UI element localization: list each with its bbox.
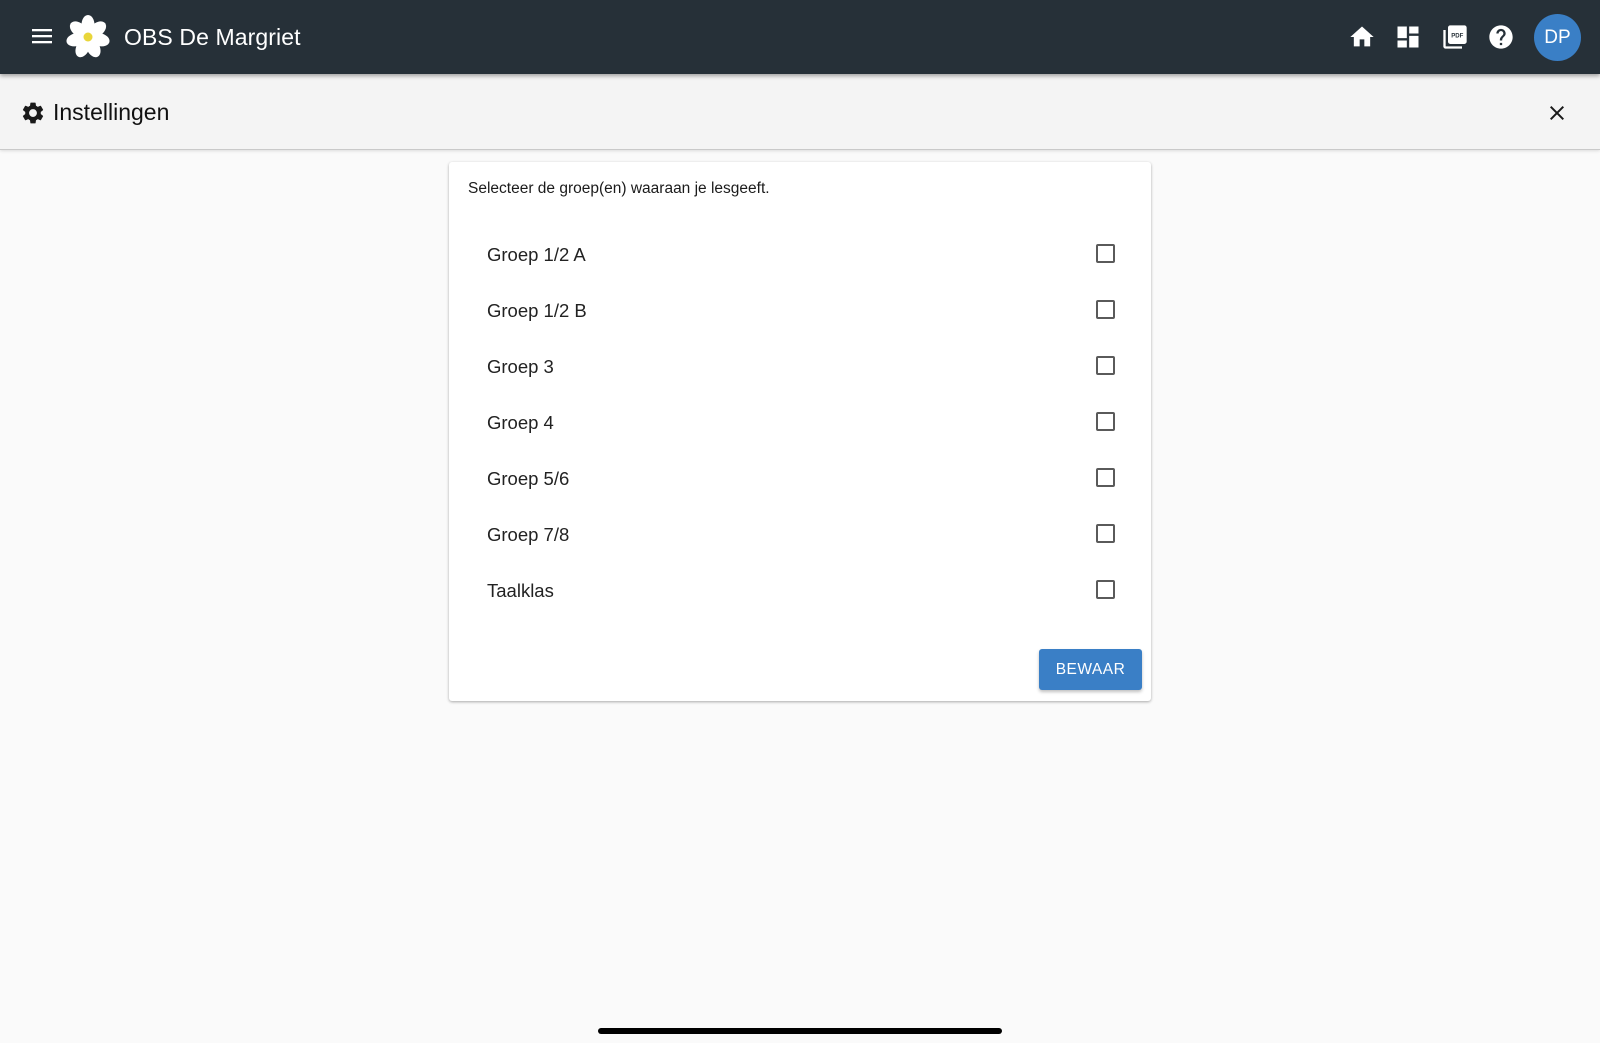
user-avatar[interactable]: DP <box>1534 14 1581 61</box>
help-button[interactable] <box>1481 17 1521 57</box>
menu-button[interactable] <box>26 20 58 52</box>
group-option-label: Groep 1/2 A <box>487 244 586 265</box>
group-option-row[interactable]: Groep 1/2 B <box>449 283 1151 339</box>
group-checkbox[interactable] <box>1096 468 1115 487</box>
close-button[interactable] <box>1542 98 1572 128</box>
pdf-icon: PDF <box>1443 25 1467 49</box>
group-checkbox[interactable] <box>1096 300 1115 319</box>
group-option-label: Groep 5/6 <box>487 468 570 489</box>
group-option-row[interactable]: Groep 5/6 <box>449 451 1151 507</box>
gear-icon <box>22 102 44 124</box>
group-option-row[interactable]: Groep 1/2 A <box>449 227 1151 283</box>
group-checkbox[interactable] <box>1096 356 1115 375</box>
dashboard-icon <box>1397 26 1419 48</box>
app-bar: OBS De Margriet PDF DP <box>0 0 1600 74</box>
group-checkbox[interactable] <box>1096 412 1115 431</box>
group-option-row[interactable]: Groep 3 <box>449 339 1151 395</box>
page-title: Instellingen <box>53 99 170 125</box>
help-icon <box>1489 25 1513 49</box>
group-option-row[interactable]: Taalklas <box>449 563 1151 619</box>
daisy-logo-icon <box>66 15 110 58</box>
group-checkbox[interactable] <box>1096 244 1115 263</box>
hamburger-menu-icon <box>32 29 52 44</box>
svg-text:PDF: PDF <box>1451 33 1463 39</box>
group-selection-intro: Selecteer de groep(en) waaraan je lesgee… <box>468 180 770 197</box>
group-option-label: Groep 4 <box>487 412 554 433</box>
pdf-button[interactable]: PDF <box>1435 17 1475 57</box>
group-option-label: Groep 3 <box>487 356 554 377</box>
group-selection-card: Selecteer de groep(en) waaraan je lesgee… <box>449 162 1151 701</box>
home-icon <box>1350 26 1374 47</box>
group-checkbox[interactable] <box>1096 524 1115 543</box>
group-checkbox[interactable] <box>1096 580 1115 599</box>
close-icon <box>1550 106 1564 120</box>
group-option-label: Groep 1/2 B <box>487 300 587 321</box>
home-button[interactable] <box>1342 17 1382 57</box>
group-option-label: Taalklas <box>487 580 554 601</box>
app-title: OBS De Margriet <box>124 24 301 50</box>
group-option-row[interactable]: Groep 7/8 <box>449 507 1151 563</box>
home-indicator-bar <box>598 1028 1002 1034</box>
group-option-row[interactable]: Groep 4 <box>449 395 1151 451</box>
group-option-label: Groep 7/8 <box>487 524 570 545</box>
dashboard-button[interactable] <box>1388 17 1428 57</box>
save-button[interactable]: BEWAAR <box>1039 649 1142 690</box>
page-header <box>0 74 1600 150</box>
